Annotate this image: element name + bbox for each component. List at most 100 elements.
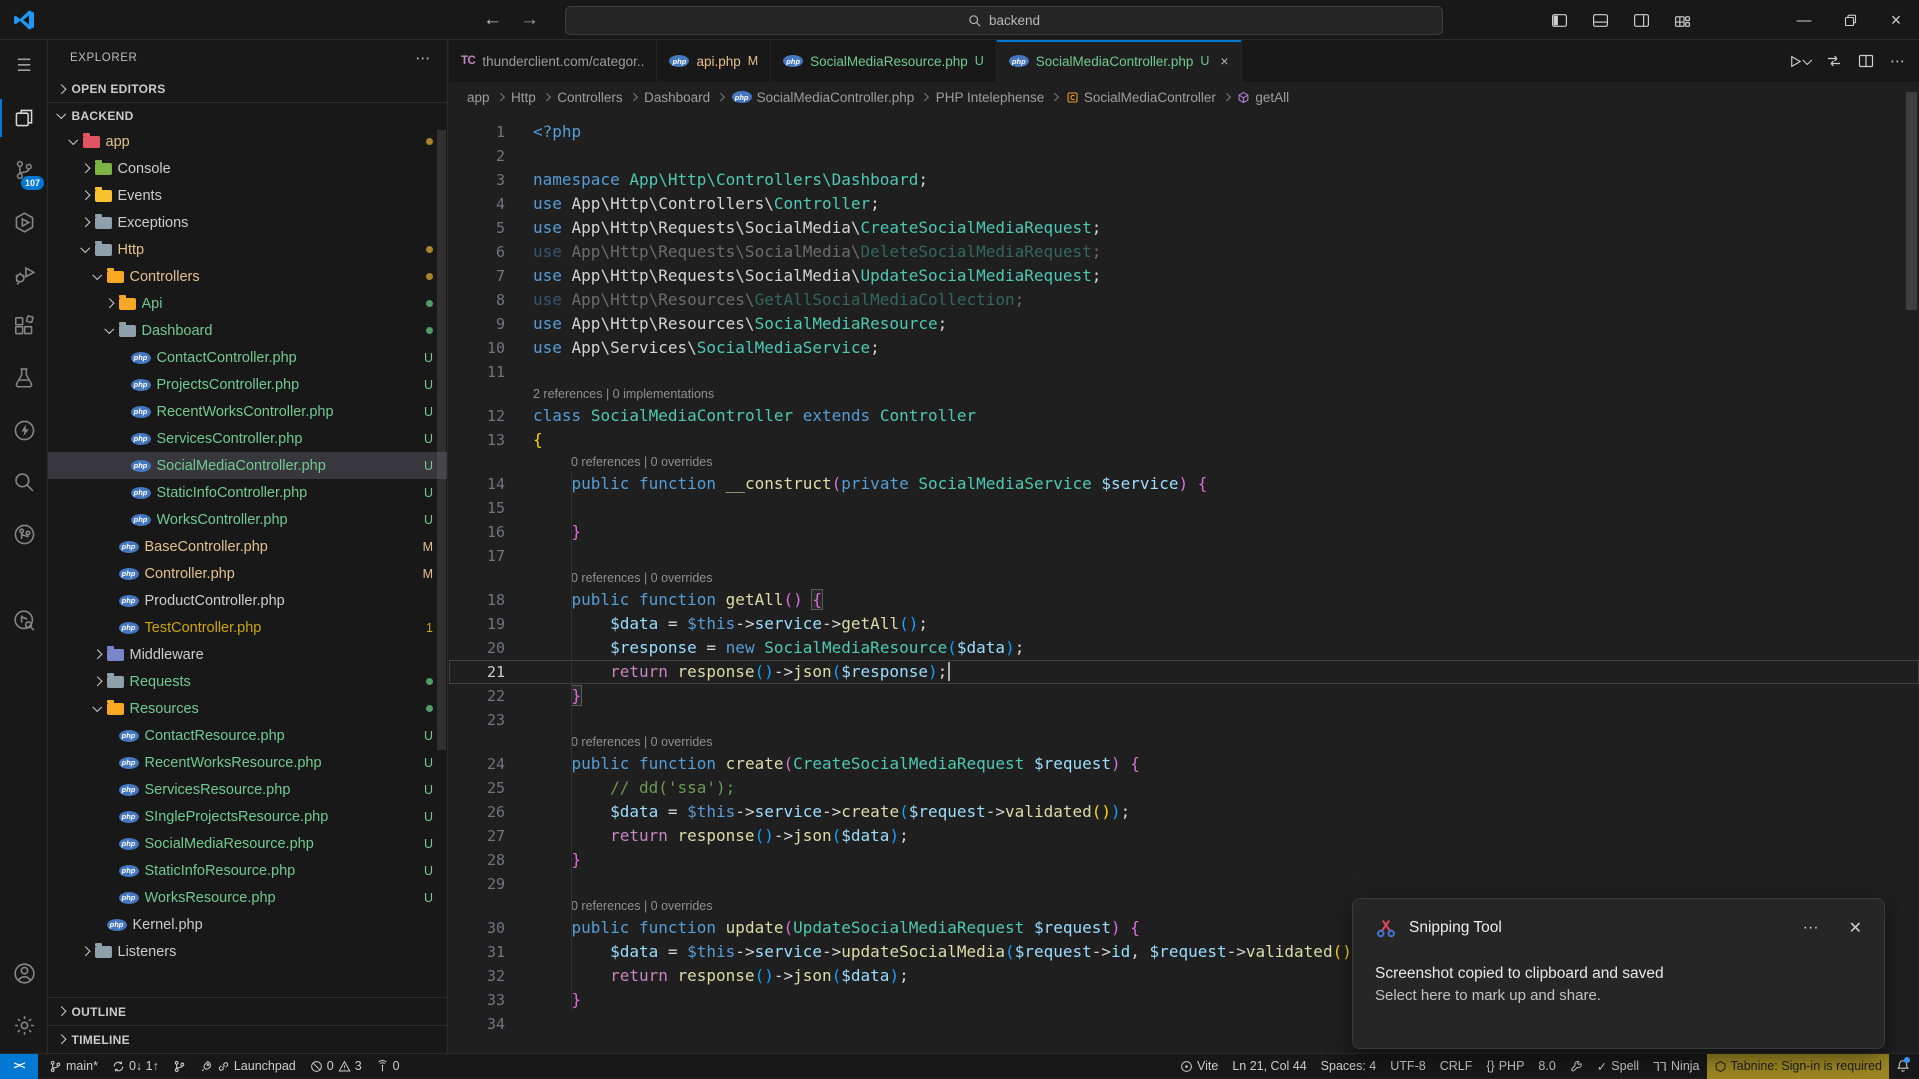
status-git-branch[interactable]: main* (42, 1054, 105, 1079)
activity-accounts-icon[interactable] (0, 947, 48, 999)
status-notifications-bell[interactable] (1889, 1054, 1917, 1079)
code-line-16[interactable]: 16 } (449, 520, 1919, 544)
activity-extensions-icon[interactable] (0, 300, 48, 352)
code-line-29[interactable]: 29 (449, 872, 1919, 896)
explorer-more-actions-icon[interactable]: ⋯ (415, 49, 431, 67)
code-line-11[interactable]: 11 (449, 360, 1919, 384)
toast-body-secondary[interactable]: Select here to mark up and share. (1375, 987, 1862, 1004)
open-changes-icon[interactable] (1826, 53, 1842, 69)
section-timeline[interactable]: TIMELINE (48, 1025, 447, 1053)
code-line-4[interactable]: 4use App\Http\Controllers\Controller; (449, 192, 1919, 216)
nav-back-button[interactable]: ← (483, 9, 502, 31)
code-line-23[interactable]: 23 (449, 708, 1919, 732)
code-line-19[interactable]: 19 $data = $this->service->getAll(); (449, 612, 1919, 636)
window-close-button[interactable]: × (1873, 0, 1919, 40)
tree-item-dashboard[interactable]: Dashboard (48, 317, 447, 344)
window-restore-button[interactable] (1827, 0, 1873, 40)
tree-item-listeners[interactable]: Listeners (48, 938, 447, 965)
tree-item-worksresource-php[interactable]: phpWorksResource.phpU (48, 884, 447, 911)
tree-item-socialmediacontroller-php[interactable]: phpSocialMediaController.phpU (48, 452, 447, 479)
breadcrumb-item-controllers[interactable]: Controllers (557, 90, 622, 105)
tab-api-php[interactable]: phpapi.phpM (657, 40, 771, 82)
code-line-8[interactable]: 8use App\Http\Resources\GetAllSocialMedi… (449, 288, 1919, 312)
code-line-18[interactable]: 18 public function getAll() { (449, 588, 1919, 612)
code-line-21[interactable]: 21 return response()->json($response); (449, 660, 1919, 684)
tree-item-exceptions[interactable]: Exceptions (48, 209, 447, 236)
menu-hamburger-icon[interactable]: ☰ (0, 40, 48, 92)
remote-indicator-button[interactable]: >< (0, 1054, 38, 1079)
status-ports[interactable]: 0 (369, 1054, 407, 1079)
code-line-6[interactable]: 6use App\Http\Requests\SocialMedia\Delet… (449, 240, 1919, 264)
activity-testing-icon[interactable] (0, 352, 48, 404)
activity-gitlens-icon[interactable] (0, 508, 48, 560)
status-ninja[interactable]: ⅂⅂Ninja (1646, 1054, 1706, 1079)
tree-item-contactresource-php[interactable]: phpContactResource.phpU (48, 722, 447, 749)
codelens-label[interactable]: 0 references | 0 overrides (449, 732, 1919, 752)
editor-scrollbar[interactable] (1906, 92, 1917, 310)
activity-run-and-debug-icon[interactable] (0, 248, 48, 300)
tree-item-basecontroller-php[interactable]: phpBaseController.phpM (48, 533, 447, 560)
section-open-editors[interactable]: OPEN EDITORS (48, 76, 447, 102)
tree-item-app[interactable]: app (48, 128, 447, 155)
tree-item-kernel-php[interactable]: phpKernel.php (48, 911, 447, 938)
status-encoding[interactable]: UTF-8 (1383, 1054, 1432, 1079)
activity-settings-icon[interactable] (0, 999, 48, 1051)
tab-close-icon[interactable]: × (1220, 53, 1228, 69)
toggle-panel-icon[interactable] (1592, 12, 1609, 29)
tree-item-staticinforesource-php[interactable]: phpStaticInfoResource.phpU (48, 857, 447, 884)
code-line-7[interactable]: 7use App\Http\Requests\SocialMedia\Updat… (449, 264, 1919, 288)
status-vite[interactable]: Vite (1173, 1054, 1225, 1079)
tree-item-requests[interactable]: Requests (48, 668, 447, 695)
command-center-search[interactable]: backend (565, 6, 1443, 35)
tab-thunderclient[interactable]: TCthunderclient.com/categor.. (449, 40, 657, 82)
code-line-12[interactable]: 12class SocialMediaController extends Co… (449, 404, 1919, 428)
tree-item-contactcontroller-php[interactable]: phpContactController.phpU (48, 344, 447, 371)
tab-social-media-controller[interactable]: phpSocialMediaController.phpU× (997, 40, 1242, 82)
section-workspace-backend[interactable]: BACKEND (48, 102, 447, 128)
tree-item-controller-php[interactable]: phpController.phpM (48, 560, 447, 587)
snipping-tool-notification[interactable]: Snipping Tool ··· ✕ Screenshot copied to… (1352, 898, 1885, 1049)
activity-explorer-icon[interactable] (0, 92, 48, 144)
run-dropdown-chevron-icon[interactable] (1802, 55, 1811, 64)
tree-item-staticinfocontroller-php[interactable]: phpStaticInfoController.phpU (48, 479, 447, 506)
toggle-secondary-sidebar-icon[interactable] (1633, 12, 1650, 29)
status-spell-checker[interactable]: ✓Spell (1590, 1054, 1646, 1079)
code-line-27[interactable]: 27 return response()->json($data); (449, 824, 1919, 848)
code-line-10[interactable]: 10use App\Services\SocialMediaService; (449, 336, 1919, 360)
tree-item-projectscontroller-php[interactable]: phpProjectsController.phpU (48, 371, 447, 398)
section-outline[interactable]: OUTLINE (48, 997, 447, 1025)
tree-item-controllers[interactable]: Controllers (48, 263, 447, 290)
tree-item-api[interactable]: Api (48, 290, 447, 317)
code-line-24[interactable]: 24 public function create(CreateSocialMe… (449, 752, 1919, 776)
code-line-20[interactable]: 20 $response = new SocialMediaResource($… (449, 636, 1919, 660)
breadcrumb-item-app[interactable]: app (467, 90, 490, 105)
breadcrumb-item-http[interactable]: Http (511, 90, 536, 105)
breadcrumb-item-getall[interactable]: getAll (1237, 90, 1289, 105)
status-git-sync[interactable]: 0↓ 1↑ (105, 1054, 166, 1079)
activity-remote-explorer-icon[interactable] (0, 196, 48, 248)
code-line-5[interactable]: 5use App\Http\Requests\SocialMedia\Creat… (449, 216, 1919, 240)
toast-more-options-icon[interactable]: ··· (1803, 919, 1819, 937)
tree-item-socialmediaresource-php[interactable]: phpSocialMediaResource.phpU (48, 830, 447, 857)
breadcrumb-item-socialmediacontroller-php[interactable]: phpSocialMediaController.php (732, 90, 915, 105)
breadcrumb-item-dashboard[interactable]: Dashboard (644, 90, 710, 105)
status-tabnine[interactable]: Tabnine: Sign-in is required (1707, 1054, 1889, 1079)
code-line-3[interactable]: 3namespace App\Http\Controllers\Dashboar… (449, 168, 1919, 192)
tree-item-servicescontroller-php[interactable]: phpServicesController.phpU (48, 425, 447, 452)
status-php-version[interactable]: 8.0 (1531, 1054, 1562, 1079)
sidebar-scrollbar[interactable] (437, 130, 446, 750)
code-line-22[interactable]: 22 } (449, 684, 1919, 708)
codelens-label[interactable]: 2 references | 0 implementations (449, 384, 1919, 404)
nav-forward-button[interactable]: → (520, 9, 539, 31)
activity-search-icon[interactable] (0, 456, 48, 508)
activity-source-control-icon[interactable]: 107 (0, 144, 48, 196)
activity-thunder-client-icon[interactable] (0, 404, 48, 456)
toggle-sidebar-icon[interactable] (1551, 12, 1568, 29)
editor-more-actions-icon[interactable]: ⋯ (1890, 52, 1905, 70)
tree-item-middleware[interactable]: Middleware (48, 641, 447, 668)
code-line-26[interactable]: 26 $data = $this->service->create($reque… (449, 800, 1919, 824)
code-line-28[interactable]: 28 } (449, 848, 1919, 872)
status-eol[interactable]: CRLF (1433, 1054, 1480, 1079)
code-line-9[interactable]: 9use App\Http\Resources\SocialMediaResou… (449, 312, 1919, 336)
toast-close-icon[interactable]: ✕ (1849, 918, 1862, 938)
